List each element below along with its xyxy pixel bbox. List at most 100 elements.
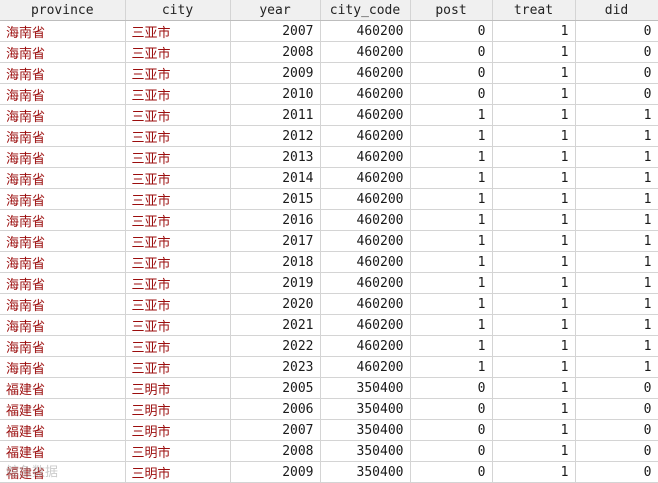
- cell-treat[interactable]: 1: [492, 104, 576, 126]
- cell-did[interactable]: 1: [575, 272, 658, 294]
- cell-treat[interactable]: 1: [492, 167, 576, 189]
- cell-post[interactable]: 1: [410, 314, 493, 336]
- cell-province[interactable]: 海南省: [0, 167, 126, 189]
- cell-did[interactable]: 0: [575, 83, 658, 105]
- cell-city-code[interactable]: 460200: [320, 125, 411, 147]
- cell-treat[interactable]: 1: [492, 20, 576, 42]
- cell-treat[interactable]: 1: [492, 62, 576, 84]
- table-row[interactable]: 海南省 三亚市 2012 460200 1 1 1: [0, 125, 658, 147]
- cell-year[interactable]: 2006: [230, 398, 321, 420]
- cell-city-code[interactable]: 460200: [320, 272, 411, 294]
- cell-did[interactable]: 1: [575, 188, 658, 210]
- cell-city-code[interactable]: 460200: [320, 293, 411, 315]
- cell-did[interactable]: 1: [575, 125, 658, 147]
- table-row[interactable]: 海南省 三亚市 2013 460200 1 1 1: [0, 146, 658, 168]
- cell-province[interactable]: 海南省: [0, 230, 126, 252]
- cell-city-code[interactable]: 460200: [320, 83, 411, 105]
- cell-post[interactable]: 1: [410, 272, 493, 294]
- cell-city[interactable]: 三亚市: [125, 251, 231, 273]
- cell-province[interactable]: 海南省: [0, 251, 126, 273]
- cell-post[interactable]: 0: [410, 83, 493, 105]
- cell-year[interactable]: 2013: [230, 146, 321, 168]
- cell-year[interactable]: 2017: [230, 230, 321, 252]
- cell-post[interactable]: 1: [410, 188, 493, 210]
- cell-city-code[interactable]: 460200: [320, 209, 411, 231]
- cell-treat[interactable]: 1: [492, 335, 576, 357]
- cell-city[interactable]: 三明市: [125, 440, 231, 462]
- cell-post[interactable]: 1: [410, 335, 493, 357]
- cell-province[interactable]: 海南省: [0, 41, 126, 63]
- cell-year[interactable]: 2021: [230, 314, 321, 336]
- cell-treat[interactable]: 1: [492, 188, 576, 210]
- table-row[interactable]: 海南省 三亚市 2007 460200 0 1 0: [0, 20, 658, 42]
- cell-city-code[interactable]: 350400: [320, 377, 411, 399]
- column-header-year[interactable]: year: [230, 0, 321, 21]
- cell-post[interactable]: 1: [410, 251, 493, 273]
- cell-post[interactable]: 1: [410, 146, 493, 168]
- cell-city-code[interactable]: 350400: [320, 440, 411, 462]
- cell-did[interactable]: 1: [575, 335, 658, 357]
- cell-city-code[interactable]: 460200: [320, 314, 411, 336]
- table-row[interactable]: 福建省 三明市 2006 350400 0 1 0: [0, 398, 658, 420]
- cell-year[interactable]: 2008: [230, 41, 321, 63]
- cell-post[interactable]: 1: [410, 209, 493, 231]
- table-row[interactable]: 福建省 三明市 2007 350400 0 1 0: [0, 419, 658, 441]
- cell-year[interactable]: 2007: [230, 20, 321, 42]
- cell-province[interactable]: 海南省: [0, 146, 126, 168]
- cell-did[interactable]: 1: [575, 209, 658, 231]
- cell-city[interactable]: 三亚市: [125, 20, 231, 42]
- cell-city-code[interactable]: 460200: [320, 230, 411, 252]
- cell-did[interactable]: 0: [575, 419, 658, 441]
- cell-city[interactable]: 三亚市: [125, 272, 231, 294]
- cell-city[interactable]: 三亚市: [125, 209, 231, 231]
- column-header-did[interactable]: did: [575, 0, 658, 21]
- column-header-province[interactable]: province: [0, 0, 126, 21]
- table-row[interactable]: 福建省 三明市 2009 350400 0 1 0: [0, 461, 658, 483]
- cell-city-code[interactable]: 460200: [320, 335, 411, 357]
- cell-post[interactable]: 1: [410, 293, 493, 315]
- column-header-city-code[interactable]: city_code: [320, 0, 411, 21]
- cell-post[interactable]: 1: [410, 125, 493, 147]
- table-row[interactable]: 海南省 三亚市 2009 460200 0 1 0: [0, 62, 658, 84]
- table-row[interactable]: 海南省 三亚市 2020 460200 1 1 1: [0, 293, 658, 315]
- cell-treat[interactable]: 1: [492, 230, 576, 252]
- cell-post[interactable]: 0: [410, 41, 493, 63]
- cell-city-code[interactable]: 460200: [320, 356, 411, 378]
- cell-treat[interactable]: 1: [492, 314, 576, 336]
- cell-province[interactable]: 海南省: [0, 356, 126, 378]
- cell-treat[interactable]: 1: [492, 146, 576, 168]
- cell-treat[interactable]: 1: [492, 41, 576, 63]
- cell-did[interactable]: 1: [575, 146, 658, 168]
- cell-treat[interactable]: 1: [492, 440, 576, 462]
- cell-province[interactable]: 海南省: [0, 188, 126, 210]
- cell-did[interactable]: 0: [575, 62, 658, 84]
- cell-post[interactable]: 1: [410, 356, 493, 378]
- table-row[interactable]: 海南省 三亚市 2018 460200 1 1 1: [0, 251, 658, 273]
- cell-post[interactable]: 1: [410, 230, 493, 252]
- cell-city[interactable]: 三亚市: [125, 104, 231, 126]
- cell-city-code[interactable]: 350400: [320, 398, 411, 420]
- cell-year[interactable]: 2012: [230, 125, 321, 147]
- cell-year[interactable]: 2020: [230, 293, 321, 315]
- cell-did[interactable]: 0: [575, 440, 658, 462]
- cell-post[interactable]: 0: [410, 377, 493, 399]
- cell-year[interactable]: 2019: [230, 272, 321, 294]
- cell-did[interactable]: 1: [575, 293, 658, 315]
- cell-province[interactable]: 海南省: [0, 83, 126, 105]
- table-row[interactable]: 海南省 三亚市 2008 460200 0 1 0: [0, 41, 658, 63]
- cell-treat[interactable]: 1: [492, 356, 576, 378]
- cell-year[interactable]: 2016: [230, 209, 321, 231]
- cell-province[interactable]: 福建省: [0, 461, 126, 483]
- cell-city-code[interactable]: 460200: [320, 167, 411, 189]
- cell-province[interactable]: 福建省: [0, 419, 126, 441]
- cell-post[interactable]: 0: [410, 398, 493, 420]
- cell-year[interactable]: 2008: [230, 440, 321, 462]
- table-row[interactable]: 海南省 三亚市 2022 460200 1 1 1: [0, 335, 658, 357]
- table-row[interactable]: 海南省 三亚市 2019 460200 1 1 1: [0, 272, 658, 294]
- cell-city-code[interactable]: 350400: [320, 419, 411, 441]
- cell-treat[interactable]: 1: [492, 125, 576, 147]
- table-row[interactable]: 海南省 三亚市 2010 460200 0 1 0: [0, 83, 658, 105]
- column-header-city[interactable]: city: [125, 0, 231, 21]
- cell-post[interactable]: 0: [410, 20, 493, 42]
- cell-province[interactable]: 海南省: [0, 20, 126, 42]
